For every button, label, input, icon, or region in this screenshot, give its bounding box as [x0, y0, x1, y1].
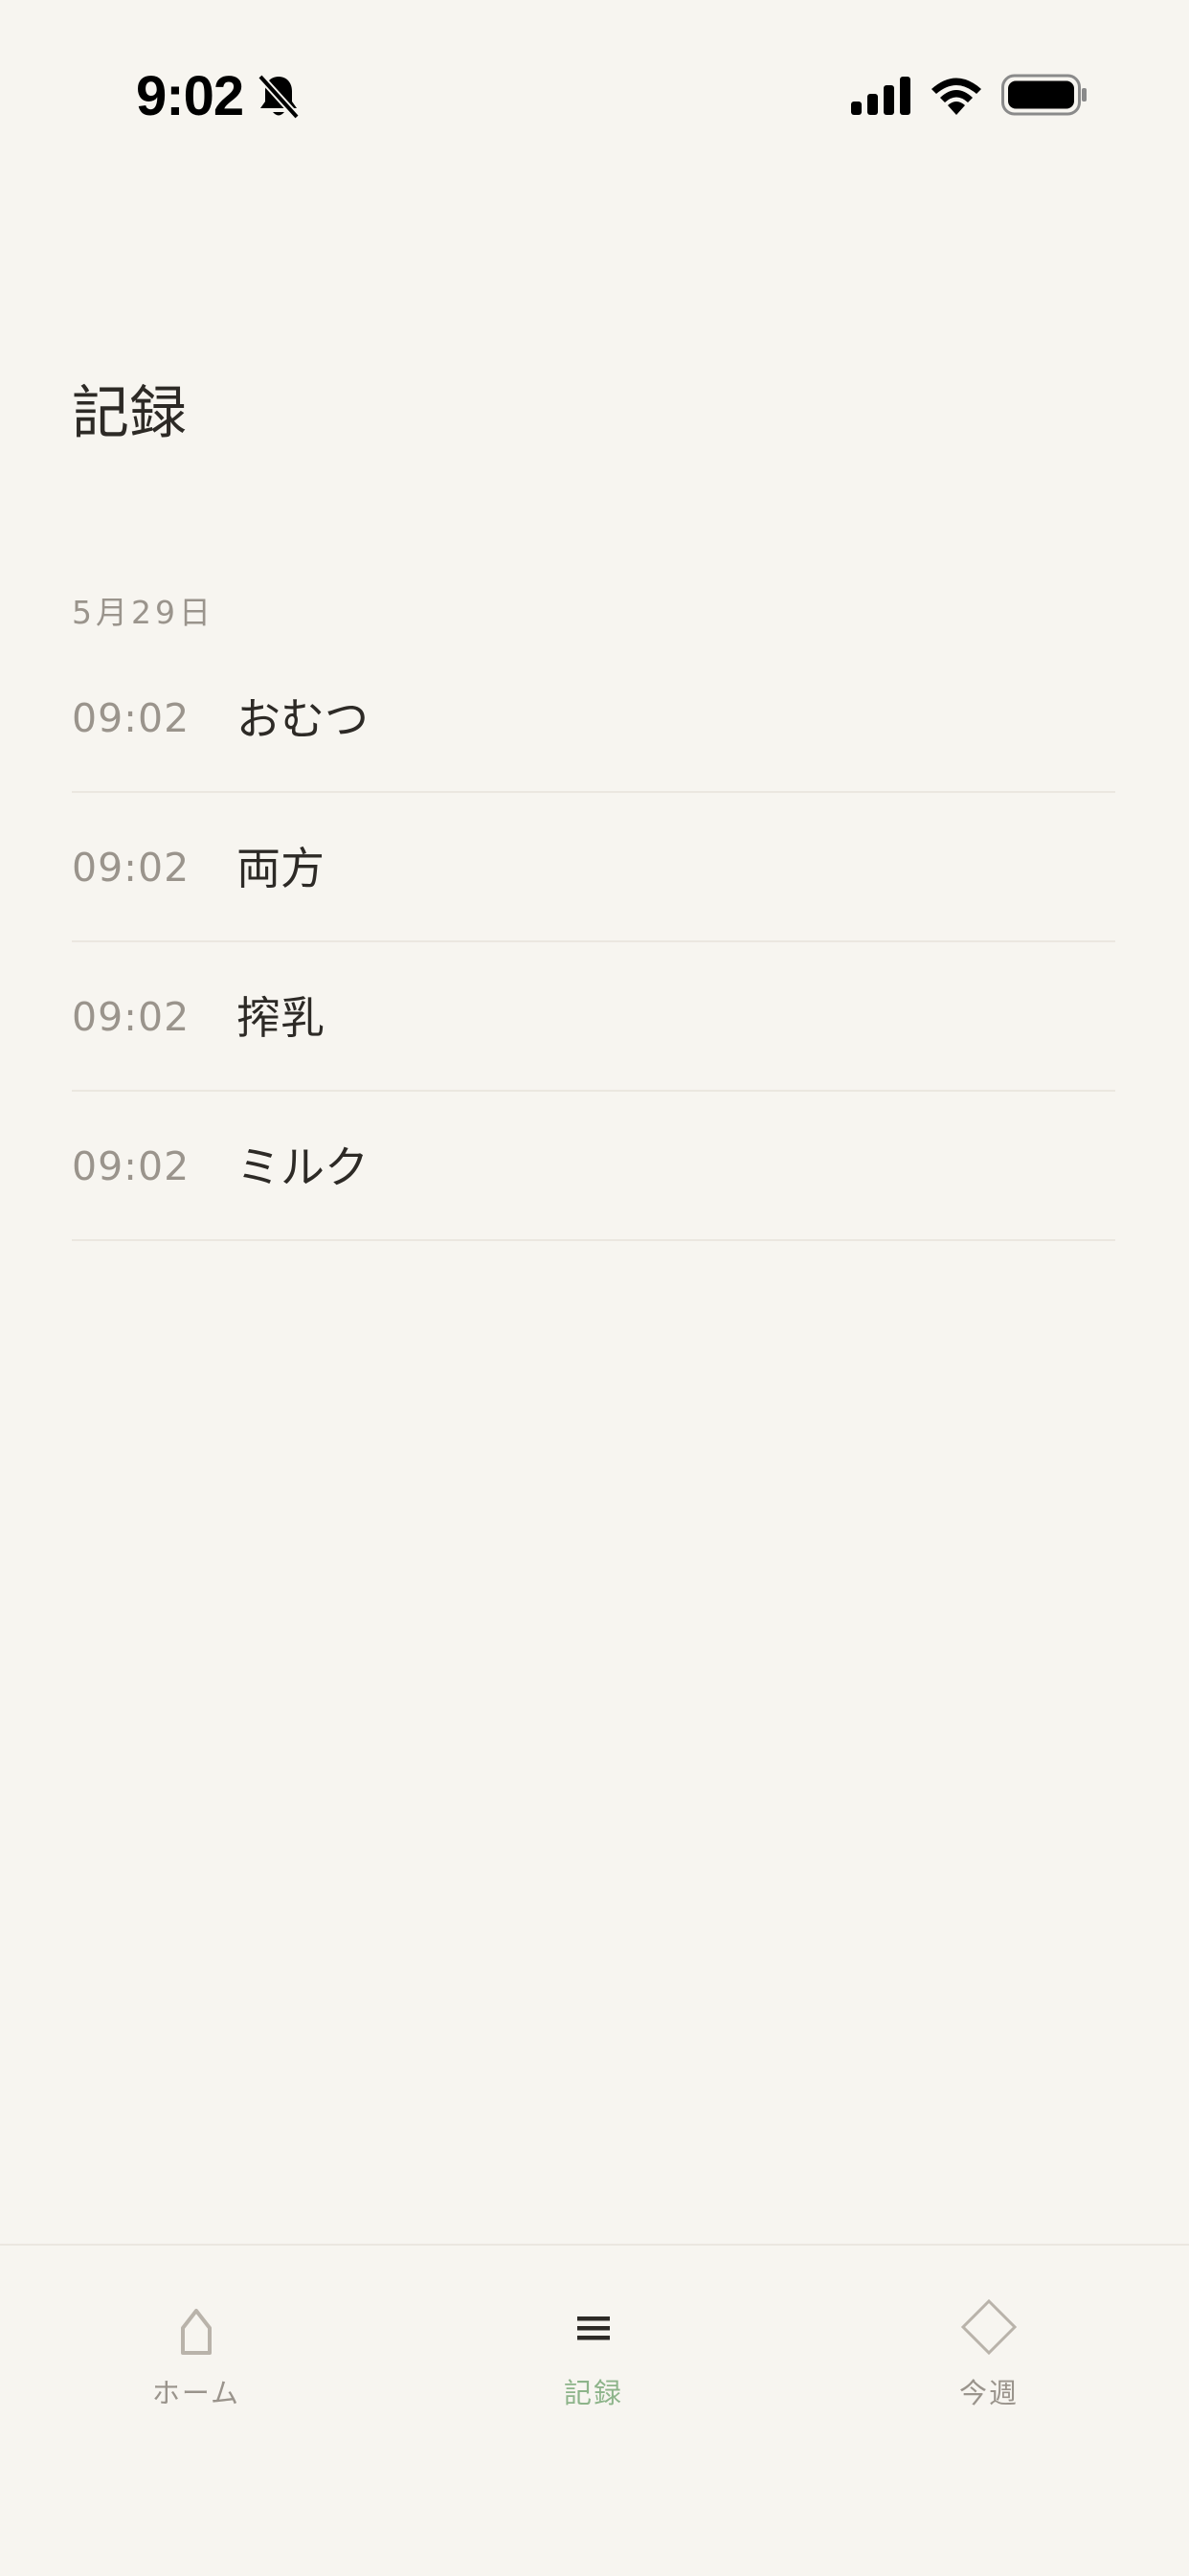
- tab-label-home: ホーム: [151, 2377, 241, 2409]
- battery-icon: [1001, 74, 1087, 116]
- bell-slash-icon: [258, 74, 300, 120]
- tab-records[interactable]: 記録: [450, 2294, 737, 2437]
- status-time: 9:02: [136, 65, 244, 127]
- record-list: 09:02 おむつ 09:02 両方 09:02 搾乳 09:02 ミルク: [72, 644, 1115, 1241]
- record-time: 09:02: [72, 994, 191, 1040]
- tab-label-records: 記録: [563, 2377, 623, 2409]
- record-time: 09:02: [72, 845, 191, 891]
- record-label: 両方: [236, 843, 325, 894]
- tab-this-week[interactable]: 今週: [845, 2294, 1133, 2437]
- record-label: 搾乳: [236, 992, 325, 1044]
- record-time: 09:02: [72, 1143, 191, 1189]
- record-row[interactable]: 09:02 搾乳: [72, 942, 1115, 1092]
- list-icon: [577, 2316, 610, 2340]
- record-row[interactable]: 09:02 おむつ: [72, 644, 1115, 793]
- record-label: おむつ: [236, 693, 369, 745]
- date-header: 5月29日: [72, 594, 214, 631]
- cellular-signal-icon: [851, 77, 910, 115]
- tab-label-this-week: 今週: [958, 2377, 1019, 2409]
- tab-bar: ホーム 記録 今週: [0, 2244, 1189, 2576]
- record-row[interactable]: 09:02 両方: [72, 793, 1115, 942]
- page-title: 記録: [72, 380, 187, 447]
- record-label: ミルク: [236, 1141, 369, 1193]
- home-icon: [181, 2309, 212, 2355]
- wifi-icon: [931, 78, 981, 115]
- diamond-icon: [960, 2298, 1018, 2356]
- status-bar: 9:02: [0, 0, 1189, 192]
- tab-home[interactable]: ホーム: [53, 2294, 340, 2437]
- record-time: 09:02: [72, 695, 191, 741]
- record-row[interactable]: 09:02 ミルク: [72, 1092, 1115, 1241]
